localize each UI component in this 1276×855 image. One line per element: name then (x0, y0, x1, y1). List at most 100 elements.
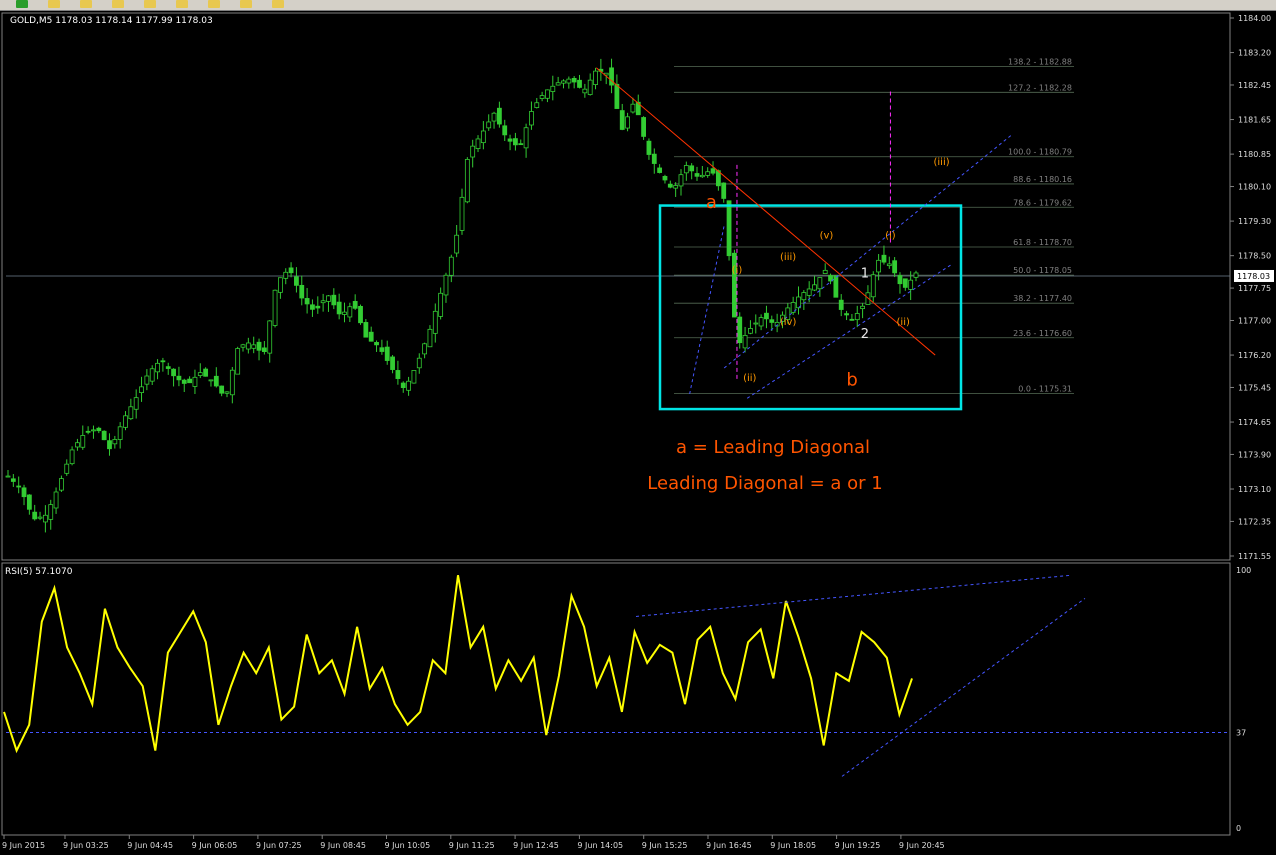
chart-icon[interactable] (272, 0, 284, 8)
price-tick-label: 1172.35 (1238, 517, 1271, 526)
candle-body (833, 275, 839, 298)
price-tick-label: 1178.50 (1238, 252, 1271, 261)
add-icon[interactable] (16, 0, 28, 8)
rsi-layer (3, 574, 1230, 777)
candle-body (10, 478, 16, 482)
candle-body (742, 335, 748, 349)
candle-body (582, 88, 588, 94)
candle-body (475, 138, 481, 149)
candle-body (326, 295, 331, 302)
candle-body (358, 305, 363, 324)
price-tick-label: 1173.10 (1238, 485, 1271, 494)
candle-body (37, 516, 43, 519)
text-icon[interactable] (208, 0, 220, 8)
candle-body (139, 386, 144, 394)
candle-body (112, 439, 118, 445)
axis-layer: 1184.00 1183.20 1182.45 1181.65 1180.85 1180.… (2, 14, 1274, 850)
candle-body (315, 305, 321, 309)
candle-body (48, 504, 54, 520)
candle-body (96, 427, 102, 432)
candle-body (53, 491, 59, 509)
fib-level-label: 78.6 - 1179.62 (1013, 198, 1072, 207)
candle-body (464, 159, 470, 203)
candle-body (587, 79, 593, 95)
candle-body (908, 279, 914, 290)
candle-body (368, 331, 374, 342)
fib-level-label: 38.2 - 1177.40 (1013, 294, 1072, 303)
price-tick-label: 1179.30 (1238, 217, 1271, 226)
candle-body (667, 183, 673, 188)
rsi-plot-frame (1, 562, 1231, 836)
annotation-line-2: Leading Diagonal = a or 1 (647, 473, 882, 494)
time-tick-label: 9 Jun 04:45 (127, 841, 173, 850)
candle-body (219, 385, 225, 394)
candle-body (192, 376, 198, 387)
candle-body (801, 292, 807, 301)
crosshair-icon[interactable] (112, 0, 124, 8)
candle-body (304, 298, 310, 305)
candle-body (107, 440, 112, 450)
candle-body (539, 95, 545, 99)
overlay-layer: a (i) (ii) (iii) (iv) (v) 1 2 b (i) (ii) (iii) (595, 67, 1013, 411)
rsi-tick-label: 37 (1236, 729, 1246, 738)
pencil-icon[interactable] (176, 0, 188, 8)
candle-body (689, 165, 695, 172)
candle-body (748, 328, 753, 334)
candle-body (288, 267, 294, 274)
candle-body (256, 341, 262, 351)
candle-body (16, 485, 22, 488)
candle-body (416, 357, 422, 369)
candle-body (374, 342, 379, 346)
time-tick-label: 9 Jun 18:05 (770, 841, 816, 850)
time-tick-label: 9 Jun 16:45 (706, 841, 752, 850)
time-tick-label: 9 Jun 06:05 (192, 841, 238, 850)
wave-label: (iii) (934, 157, 950, 168)
candle-body (320, 300, 326, 304)
current-price-label: 1178.03 (1237, 272, 1270, 281)
candle-body (902, 278, 908, 288)
candle-body (213, 375, 219, 387)
price-tick-label: 1173.90 (1238, 450, 1271, 459)
candle-body (448, 256, 454, 276)
candle-body (614, 83, 620, 109)
candle-body (678, 174, 684, 187)
time-tick-label: 9 Jun 19:25 (835, 841, 881, 850)
candle-body (870, 274, 876, 298)
candle-body (85, 430, 91, 433)
candle-body (59, 478, 64, 491)
candle-body (673, 185, 679, 189)
price-tick-label: 1180.85 (1238, 150, 1271, 159)
candle-body (133, 397, 139, 410)
candle-body (390, 356, 395, 370)
candle-body (854, 313, 860, 321)
price-tick-label: 1175.45 (1238, 383, 1271, 392)
candle-body (480, 130, 486, 144)
diagonal-base-line (689, 225, 725, 395)
candle-body (625, 116, 630, 129)
candle-body (240, 344, 246, 348)
candle-body (400, 382, 406, 388)
trendline (595, 67, 936, 356)
line-icon[interactable] (144, 0, 156, 8)
time-tick-label: 9 Jun 15:25 (642, 841, 688, 850)
fib-level-label: 0.0 - 1175.31 (1018, 385, 1072, 394)
candle-body (32, 511, 38, 520)
candle-body (646, 140, 652, 155)
candle-body (438, 292, 444, 317)
candle-body (577, 79, 582, 88)
save-icon[interactable] (80, 0, 92, 8)
candle-body (534, 102, 540, 108)
candle-body (75, 442, 80, 448)
zoom-in-icon[interactable] (240, 0, 252, 8)
candle-layer (5, 58, 919, 533)
fib-level-label: 50.0 - 1178.05 (1013, 266, 1072, 275)
time-tick-label: 9 Jun 2015 (2, 841, 45, 850)
candle-body (593, 70, 598, 85)
price-tick-label: 1181.65 (1238, 116, 1271, 125)
folder-icon[interactable] (48, 0, 60, 8)
candle-body (427, 328, 433, 348)
candle-body (806, 288, 812, 296)
candle-body (459, 196, 465, 231)
candle-body (454, 234, 460, 254)
candle-body (630, 103, 636, 113)
